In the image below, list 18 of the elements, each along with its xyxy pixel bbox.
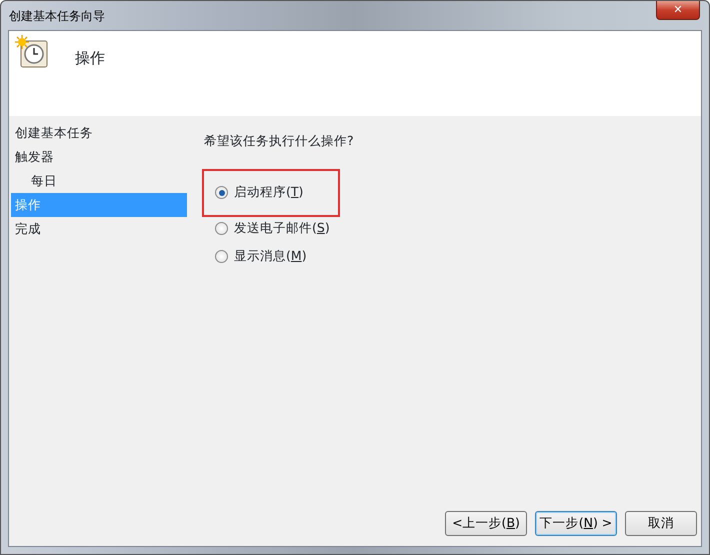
window-title: 创建基本任务向导 [8,8,105,25]
wizard-step[interactable]: 创建基本任务 [11,121,187,145]
question-text: 希望该任务执行什么操作? [204,132,355,150]
wizard-step[interactable]: 每日 [11,169,187,193]
radio-label[interactable]: 显示消息(M) [234,247,307,266]
radio-button[interactable] [215,222,228,236]
back-button[interactable]: <上一步(B) [445,510,527,536]
page-heading: 操作 [75,48,105,69]
wizard-step[interactable]: 完成 [11,217,187,241]
next-button[interactable]: 下一步(N) > [535,510,617,536]
radio-button[interactable] [215,250,228,264]
radio-label[interactable]: 启动程序(T) [234,183,304,202]
clock-icon [15,35,49,69]
radio-label[interactable]: 发送电子邮件(S) [234,219,330,238]
close-button[interactable]: ✕ [656,1,700,20]
wizard-step[interactable]: 触发器 [11,145,187,169]
cancel-button[interactable]: 取消 [625,510,697,536]
radio-button[interactable] [215,186,228,200]
